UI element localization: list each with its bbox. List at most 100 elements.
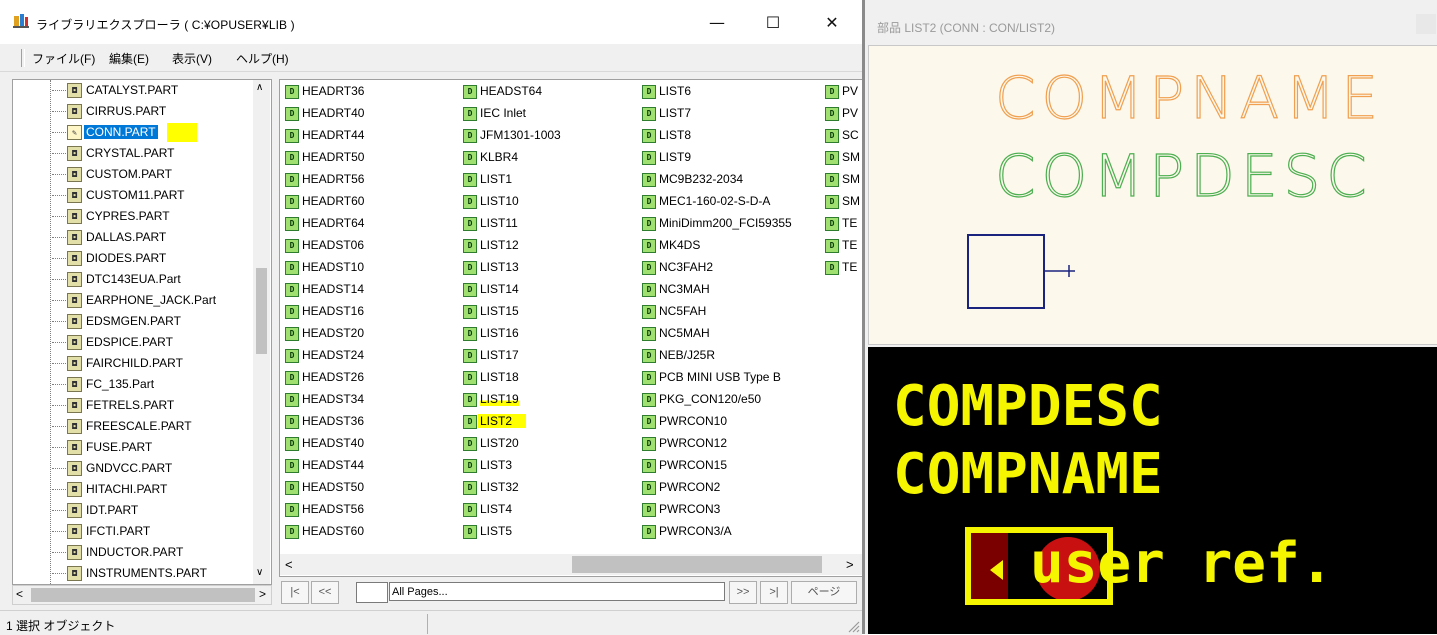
tree-item-label: HITACHI.PART xyxy=(86,482,168,496)
part-device-icon: D xyxy=(463,85,477,99)
part-device-icon: D xyxy=(463,393,477,407)
symbol-compname-text: COMPNAME xyxy=(995,64,1384,132)
tree-item[interactable]: ◘ FAIRCHILD.PART xyxy=(13,353,253,374)
menu-view[interactable]: 表示(V) xyxy=(172,50,212,67)
tree-item[interactable]: ◘ CRYSTAL.PART xyxy=(13,143,253,164)
tree-item[interactable]: ◘ INDUCTOR.PART xyxy=(13,542,253,563)
menu-edit[interactable]: 編集(E) xyxy=(109,50,149,67)
part-device-icon: D xyxy=(642,371,656,385)
title-bar: ライブラリエクスプローラ ( C:¥OPUSER¥LIB ) — ☐ ✕ xyxy=(0,0,862,44)
maximize-button[interactable]: ☐ xyxy=(753,8,793,38)
part-list-item-label: PV xyxy=(842,106,859,120)
part-list-item-label: TE xyxy=(842,260,858,274)
tree-item[interactable]: ◘ HITACHI.PART xyxy=(13,479,253,500)
tree-item[interactable]: ◘ FREESCALE.PART xyxy=(13,416,253,437)
list-scroll-right-arrow-icon[interactable]: > xyxy=(846,557,854,572)
part-list-item-label: TE xyxy=(842,238,858,252)
status-divider xyxy=(427,614,428,634)
tree-item-label: CUSTOM11.PART xyxy=(86,188,185,202)
tree-item[interactable]: ◘ DIODES.PART xyxy=(13,248,253,269)
menu-grip xyxy=(21,49,25,67)
tree-item[interactable]: ◘ GNDVCC.PART xyxy=(13,458,253,479)
tree-item-label: INSTRUMENTS.PART xyxy=(86,566,207,580)
scroll-left-arrow-icon[interactable]: < xyxy=(16,587,23,601)
tree-item-label: EDSMGEN.PART xyxy=(86,314,181,328)
close-button[interactable]: ✕ xyxy=(812,8,852,38)
list-horizontal-scrollbar[interactable]: < > xyxy=(280,554,862,575)
tree-item[interactable]: ◘ INSTRUMENTS.PART xyxy=(13,563,253,584)
tree-item[interactable]: ◘ EDSPICE.PART xyxy=(13,332,253,353)
tree-branch-line xyxy=(52,426,66,427)
part-list-item-label: HEADRT40 xyxy=(302,106,365,120)
prev-page-button[interactable]: << xyxy=(311,581,339,604)
selection-highlight xyxy=(167,123,197,142)
first-page-button[interactable]: |< xyxy=(281,581,309,604)
part-list-item-label: HEADST20 xyxy=(302,326,365,340)
scroll-up-arrow-icon[interactable]: ∧ xyxy=(256,82,263,93)
library-app-icon xyxy=(13,14,29,28)
tree-item[interactable]: ◘ FUSE.PART xyxy=(13,437,253,458)
part-device-icon: D xyxy=(285,481,299,495)
parts-list[interactable]: D HEADRT36 D HEADRT40 D HEADRT44 D HEADRT50 D HEA… xyxy=(279,79,863,577)
resize-grip-icon[interactable] xyxy=(846,619,860,633)
part-list-item-label: LIST15 xyxy=(480,304,519,318)
tree-item-label: EDSPICE.PART xyxy=(86,335,173,349)
window-title: ライブラリエクスプローラ ( C:¥OPUSER¥LIB ) xyxy=(36,18,295,32)
part-device-icon: D xyxy=(642,415,656,429)
scroll-down-arrow-icon[interactable]: ∨ xyxy=(256,567,263,578)
tree-item[interactable]: ◘ FC_135.Part xyxy=(13,374,253,395)
tree-item[interactable]: ◘ EDSMGEN.PART xyxy=(13,311,253,332)
tree-item[interactable]: ◘ CIRRUS.PART xyxy=(13,101,253,122)
menu-file[interactable]: ファイル(F) xyxy=(32,50,95,67)
part-device-icon: D xyxy=(642,129,656,143)
part-list-item-label: LIST10 xyxy=(480,194,519,208)
part-library-icon: ◘ xyxy=(67,377,82,392)
tree-item-label: CRYSTAL.PART xyxy=(86,146,175,160)
tree-hscroll-thumb[interactable] xyxy=(31,588,255,602)
scroll-right-arrow-icon[interactable]: > xyxy=(259,587,266,601)
tree-horizontal-scrollbar[interactable]: < > xyxy=(12,585,272,605)
tree-scroll-thumb[interactable] xyxy=(256,268,267,354)
list-scroll-left-arrow-icon[interactable]: < xyxy=(285,557,293,572)
part-device-icon: D xyxy=(285,239,299,253)
preview-close-button[interactable] xyxy=(1416,14,1436,34)
tree-vertical-scrollbar[interactable]: ∧ ∨ xyxy=(253,80,270,584)
tree-item[interactable]: ◘ IFCTI.PART xyxy=(13,521,253,542)
part-device-icon: D xyxy=(825,107,839,121)
tree-branch-line xyxy=(52,90,66,91)
part-library-icon: ◘ xyxy=(67,398,82,413)
tree-item[interactable]: ◘ CATALYST.PART xyxy=(13,80,253,101)
next-page-button[interactable]: >> xyxy=(729,581,757,604)
page-select[interactable]: All Pages... xyxy=(389,582,725,601)
tree-item[interactable]: ◘ CYPRES.PART xyxy=(13,206,253,227)
part-device-icon: D xyxy=(463,239,477,253)
part-list-item-label: LIST16 xyxy=(480,326,519,340)
part-list-item-label: HEADRT56 xyxy=(302,172,365,186)
tree-item[interactable]: ◘ FETRELS.PART xyxy=(13,395,253,416)
library-tree[interactable]: ◘ CATALYST.PART ◘ CIRRUS.PART ✎ CONN.PART ◘ CRY… xyxy=(12,79,272,585)
page-button[interactable]: ページ xyxy=(791,581,857,604)
page-number-input[interactable] xyxy=(356,582,388,603)
last-page-button[interactable]: >| xyxy=(760,581,788,604)
part-list-item-label: LIST6 xyxy=(659,84,692,98)
part-library-icon: ◘ xyxy=(67,293,82,308)
part-device-icon: D xyxy=(642,107,656,121)
tree-item[interactable]: ✎ CONN.PART xyxy=(13,122,253,143)
part-list-item-label: LIST20 xyxy=(480,436,519,450)
menu-help[interactable]: ヘルプ(H) xyxy=(236,50,289,67)
part-device-icon: D xyxy=(463,481,477,495)
list-hscroll-thumb[interactable] xyxy=(572,556,822,573)
part-device-icon: D xyxy=(463,217,477,231)
tree-item-label: INDUCTOR.PART xyxy=(86,545,184,559)
part-list-item-label: LIST8 xyxy=(659,128,692,142)
part-list-item-label: HEADST14 xyxy=(302,282,365,296)
tree-item[interactable]: ◘ DALLAS.PART xyxy=(13,227,253,248)
tree-item[interactable]: ◘ IDT.PART xyxy=(13,500,253,521)
tree-item[interactable]: ◘ DTC143EUA.Part xyxy=(13,269,253,290)
tree-item[interactable]: ◘ CUSTOM.PART xyxy=(13,164,253,185)
part-list-item-label: MiniDimm200_FCI59355 xyxy=(659,216,792,230)
tree-item[interactable]: ◘ EARPHONE_JACK.Part xyxy=(13,290,253,311)
minimize-button[interactable]: — xyxy=(697,8,737,38)
tree-branch-line xyxy=(52,111,66,112)
tree-item[interactable]: ◘ CUSTOM11.PART xyxy=(13,185,253,206)
